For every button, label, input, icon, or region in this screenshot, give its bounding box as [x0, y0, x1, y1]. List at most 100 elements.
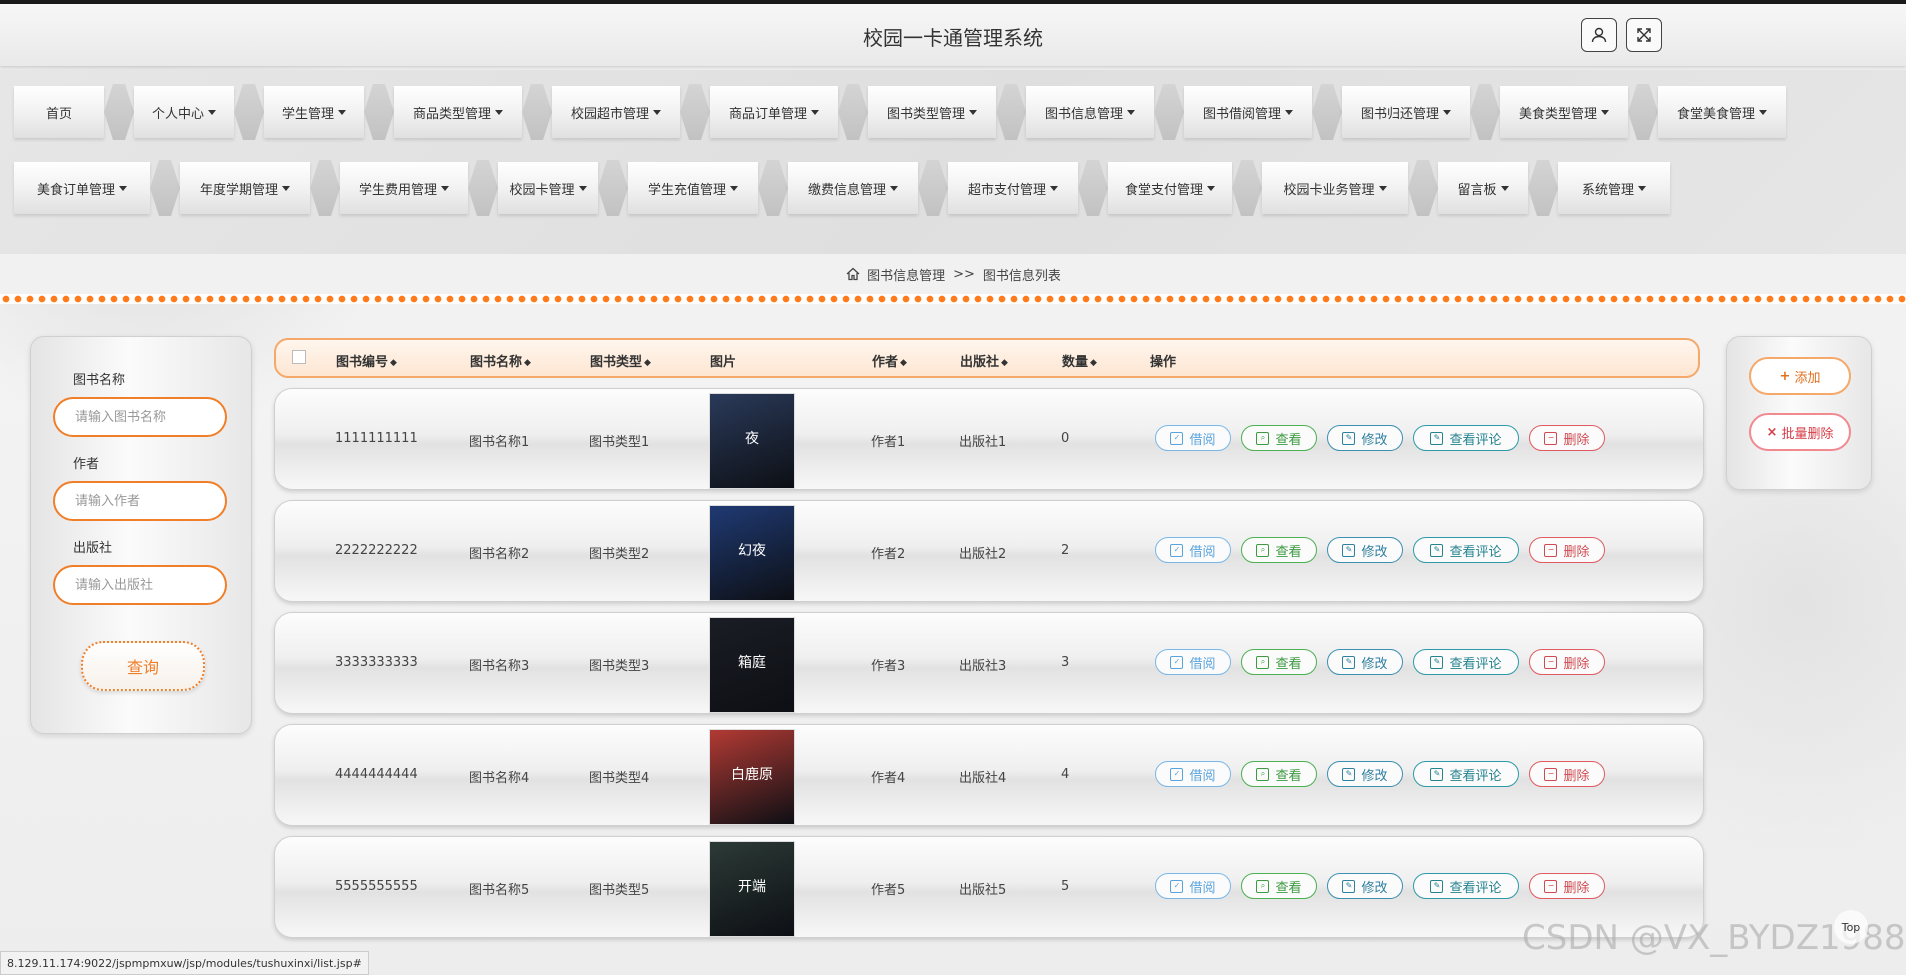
nav-item[interactable]: 食堂支付管理	[1108, 162, 1232, 214]
nav-item[interactable]: 校园卡管理	[498, 162, 598, 214]
caret-down-icon	[282, 185, 290, 191]
batch-delete-button[interactable]: × 批量删除	[1749, 413, 1851, 451]
borrow-button[interactable]: ✓ 借阅	[1155, 873, 1231, 899]
book-cover-image[interactable]: 白鹿原	[709, 729, 795, 825]
borrow-button[interactable]: ✓ 借阅	[1155, 649, 1231, 675]
nav-separator	[996, 84, 1026, 140]
borrow-button[interactable]: ✓ 借阅	[1155, 425, 1231, 451]
nav-item[interactable]: 商品订单管理	[710, 86, 838, 138]
view-comments-button[interactable]: ✎ 查看评论	[1413, 425, 1519, 451]
nav-item[interactable]: 商品类型管理	[394, 86, 522, 138]
edit-button[interactable]: ✎ 修改	[1327, 761, 1403, 787]
book-cover-image[interactable]: 开端	[709, 841, 795, 937]
nav-row-2: 美食订单管理 年度学期管理 学生费用管理 校园卡管理 学生充值管理 缴费信息管理 超市支付管…	[14, 160, 1670, 218]
search-icon: ⌕	[1256, 655, 1270, 669]
nav-item[interactable]: 图书借阅管理	[1184, 86, 1312, 138]
author-label: 作者	[73, 457, 100, 472]
header-type[interactable]: 图书类型 ◆	[590, 351, 651, 370]
delete-button[interactable]: − 删除	[1529, 537, 1605, 563]
nav-item[interactable]: 图书信息管理	[1026, 86, 1154, 138]
nav-item[interactable]: 美食类型管理	[1500, 86, 1628, 138]
view-comments-button-label: 查看评论	[1449, 544, 1502, 560]
author-input[interactable]	[53, 481, 227, 521]
view-comments-button[interactable]: ✎ 查看评论	[1413, 873, 1519, 899]
view-comments-button[interactable]: ✎ 查看评论	[1413, 649, 1519, 675]
edit-button[interactable]: ✎ 修改	[1327, 425, 1403, 451]
book-name-input[interactable]	[53, 397, 227, 437]
borrow-button[interactable]: ✓ 借阅	[1155, 537, 1231, 563]
view-button-label: 查看	[1275, 880, 1302, 896]
delete-button-label: 删除	[1563, 880, 1590, 896]
book-code-cell: 5555555555	[335, 879, 418, 894]
nav-item-label: 学生充值管理	[647, 182, 726, 198]
publisher-input[interactable]	[53, 565, 227, 605]
check-icon: ✓	[1170, 879, 1184, 893]
nav-item[interactable]: 校园超市管理	[552, 86, 680, 138]
caret-down-icon	[1759, 109, 1767, 115]
header-name[interactable]: 图书名称 ◆	[470, 351, 531, 370]
nav-item[interactable]: 美食订单管理	[14, 162, 150, 214]
nav-item[interactable]: 学生充值管理	[628, 162, 758, 214]
fullscreen-button[interactable]	[1626, 18, 1662, 52]
caret-down-icon	[119, 185, 127, 191]
nav-item[interactable]: 缴费信息管理	[788, 162, 918, 214]
delete-button[interactable]: − 删除	[1529, 873, 1605, 899]
nav-separator	[758, 160, 788, 216]
breadcrumb-section[interactable]: 图书信息管理	[867, 265, 945, 284]
back-to-top-button[interactable]: Top	[1834, 910, 1868, 944]
view-button[interactable]: ⌕ 查看	[1241, 873, 1317, 899]
header-author[interactable]: 作者 ◆	[872, 351, 907, 370]
book-cover-image[interactable]: 幻夜	[709, 505, 795, 601]
nav-item[interactable]: 学生费用管理	[340, 162, 468, 214]
add-button[interactable]: + 添加	[1749, 357, 1851, 395]
nav-item[interactable]: 系统管理	[1558, 162, 1670, 214]
view-button[interactable]: ⌕ 查看	[1241, 537, 1317, 563]
nav-item[interactable]: 超市支付管理	[948, 162, 1078, 214]
select-all-checkbox[interactable]	[292, 350, 306, 364]
nav-item[interactable]: 首页	[14, 86, 104, 138]
nav-separator	[918, 160, 948, 216]
quantity-cell: 5	[1061, 879, 1070, 894]
query-button[interactable]: 查询	[81, 641, 205, 691]
edit-button-label: 修改	[1361, 656, 1388, 672]
nav-item[interactable]: 学生管理	[264, 86, 364, 138]
view-comments-button-label: 查看评论	[1449, 656, 1502, 672]
fullscreen-icon	[1637, 28, 1651, 42]
edit-button[interactable]: ✎ 修改	[1327, 537, 1403, 563]
delete-button[interactable]: − 删除	[1529, 761, 1605, 787]
nav-item[interactable]: 食堂美食管理	[1658, 86, 1786, 138]
header-publisher[interactable]: 出版社 ◆	[960, 351, 1008, 370]
edit-button[interactable]: ✎ 修改	[1327, 649, 1403, 675]
header-image: 图片	[710, 355, 737, 370]
check-icon: ✓	[1170, 767, 1184, 781]
book-name-cell: 图书名称1	[469, 435, 530, 450]
user-icon	[1591, 27, 1607, 43]
user-button[interactable]	[1581, 18, 1617, 52]
delete-button[interactable]: − 删除	[1529, 649, 1605, 675]
view-button[interactable]: ⌕ 查看	[1241, 425, 1317, 451]
caret-down-icon	[441, 185, 449, 191]
author-cell: 作者4	[871, 771, 906, 786]
nav-item[interactable]: 年度学期管理	[180, 162, 310, 214]
nav-item[interactable]: 图书归还管理	[1342, 86, 1470, 138]
sort-icon: ◆	[900, 358, 907, 368]
nav-item[interactable]: 校园卡业务管理	[1262, 162, 1408, 214]
edit-button[interactable]: ✎ 修改	[1327, 873, 1403, 899]
delete-button[interactable]: − 删除	[1529, 425, 1605, 451]
table-row: 4444444444 图书名称4 图书类型4 作者4 出版社4 4 白鹿原 ✓ 借阅 ⌕ 查看 ✎ 修改…	[274, 724, 1704, 826]
header-quantity[interactable]: 数量 ◆	[1062, 351, 1097, 370]
view-button[interactable]: ⌕ 查看	[1241, 761, 1317, 787]
header-code[interactable]: 图书编号 ◆	[336, 351, 397, 370]
nav-item[interactable]: 图书类型管理	[868, 86, 996, 138]
nav-item[interactable]: 个人中心	[134, 86, 234, 138]
view-comments-button[interactable]: ✎ 查看评论	[1413, 537, 1519, 563]
nav-separator	[468, 160, 498, 216]
view-button[interactable]: ⌕ 查看	[1241, 649, 1317, 675]
minus-icon: −	[1544, 431, 1558, 445]
book-cover-image[interactable]: 箱庭	[709, 617, 795, 713]
book-cover-image[interactable]: 夜	[709, 393, 795, 489]
view-comments-button[interactable]: ✎ 查看评论	[1413, 761, 1519, 787]
borrow-button[interactable]: ✓ 借阅	[1155, 761, 1231, 787]
nav-item-label: 食堂支付管理	[1124, 182, 1203, 198]
nav-item[interactable]: 留言板	[1438, 162, 1528, 214]
